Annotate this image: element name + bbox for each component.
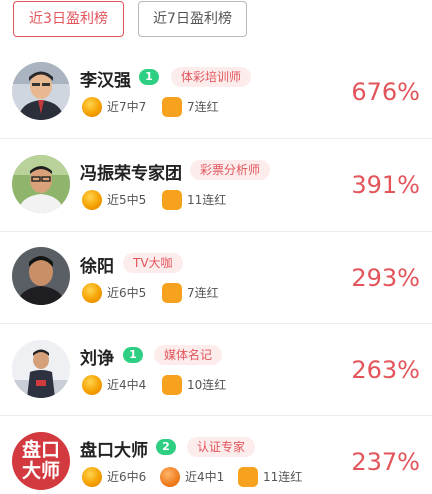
expert-name: 冯振荣专家团 bbox=[80, 164, 182, 184]
avatar bbox=[12, 62, 70, 120]
avatar-logo-text: 盘口大师 bbox=[21, 439, 60, 482]
expert-tag: 媒体名记 bbox=[154, 345, 223, 365]
trophy-icon bbox=[162, 190, 182, 210]
profit-rate: 391% bbox=[351, 171, 420, 199]
ranking-tabs: 近3日盈利榜 近7日盈利榜 bbox=[0, 0, 432, 46]
expert-tag: 体彩培训师 bbox=[171, 67, 252, 87]
expert-tag: 彩票分析师 bbox=[190, 160, 271, 180]
expert-tag: TV大咖 bbox=[123, 253, 183, 273]
expert-row[interactable]: 盘口大师 盘口大师 2 认证专家 近6中6 近4中1 11连红 237% bbox=[0, 416, 432, 494]
tab-7-day-ranking[interactable]: 近7日盈利榜 bbox=[138, 1, 247, 37]
basketball-icon bbox=[160, 467, 180, 487]
expert-row[interactable]: 冯振荣专家团 彩票分析师 近5中5 11连红 391% bbox=[0, 139, 432, 231]
expert-name: 盘口大师 bbox=[80, 441, 148, 461]
avatar bbox=[12, 155, 70, 213]
avatar bbox=[12, 340, 70, 398]
avatar: 盘口大师 bbox=[12, 432, 70, 490]
expert-row[interactable]: 刘诤 1 媒体名记 近4中4 10连红 263% bbox=[0, 324, 432, 416]
football-icon bbox=[82, 97, 102, 117]
profit-rate: 293% bbox=[351, 264, 420, 292]
trophy-icon bbox=[238, 467, 258, 487]
football-icon bbox=[82, 190, 102, 210]
tab-3-day-ranking[interactable]: 近3日盈利榜 bbox=[13, 1, 124, 37]
expert-name: 徐阳 bbox=[80, 257, 114, 277]
level-badge: 1 bbox=[123, 347, 143, 363]
avatar bbox=[12, 247, 70, 305]
profit-rate: 676% bbox=[351, 78, 420, 106]
trophy-icon bbox=[162, 97, 182, 117]
expert-name: 刘诤 bbox=[80, 349, 114, 369]
trophy-icon bbox=[162, 375, 182, 395]
expert-name: 李汉强 bbox=[80, 71, 131, 91]
football-icon bbox=[82, 375, 102, 395]
football-icon bbox=[82, 467, 102, 487]
trophy-icon bbox=[162, 283, 182, 303]
expert-row[interactable]: 徐阳 TV大咖 近6中5 7连红 293% bbox=[0, 232, 432, 324]
football-icon bbox=[82, 283, 102, 303]
profit-rate: 237% bbox=[351, 448, 420, 476]
expert-row[interactable]: 李汉强 1 体彩培训师 近7中7 7连红 676% bbox=[0, 46, 432, 138]
level-badge: 1 bbox=[139, 69, 159, 85]
level-badge: 2 bbox=[156, 439, 176, 455]
profit-rate: 263% bbox=[351, 356, 420, 384]
expert-tag: 认证专家 bbox=[187, 437, 256, 457]
